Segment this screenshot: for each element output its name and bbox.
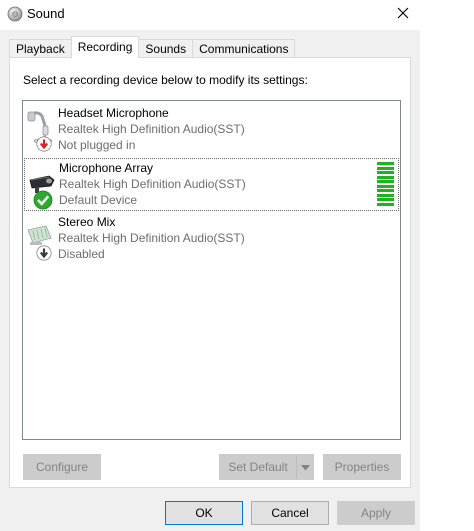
level-meter bbox=[377, 162, 394, 206]
device-name: Microphone Array bbox=[59, 161, 154, 175]
tab-strip: Playback Recording Sounds Communications bbox=[9, 36, 296, 58]
device-list[interactable]: Headset Microphone Realtek High Definiti… bbox=[22, 100, 401, 440]
green-checkmark-icon bbox=[33, 190, 53, 213]
level-meter-segment bbox=[377, 180, 394, 184]
apply-button[interactable]: Apply bbox=[337, 501, 415, 525]
title-bar: Sound bbox=[0, 0, 420, 30]
dialog-client-area: Playback Recording Sounds Communications… bbox=[0, 30, 420, 531]
cancel-button[interactable]: Cancel bbox=[251, 501, 329, 525]
ok-button[interactable]: OK bbox=[165, 501, 243, 525]
device-item-headset-microphone[interactable]: Headset Microphone Realtek High Definiti… bbox=[24, 104, 399, 157]
red-down-arrow-icon bbox=[36, 136, 52, 155]
set-default-button[interactable]: Set Default bbox=[220, 455, 296, 479]
close-button[interactable] bbox=[386, 0, 420, 28]
level-meter-segment bbox=[377, 193, 394, 197]
close-icon bbox=[397, 7, 409, 22]
level-meter-segment bbox=[377, 171, 394, 175]
level-meter-segment bbox=[377, 198, 394, 202]
tab-communications[interactable]: Communications bbox=[192, 39, 296, 58]
level-meter-segment bbox=[377, 162, 394, 165]
level-meter-segment bbox=[377, 175, 394, 179]
device-name: Headset Microphone bbox=[58, 106, 169, 120]
tab-playback[interactable]: Playback bbox=[9, 39, 72, 58]
speaker-icon bbox=[7, 6, 23, 22]
set-default-split-button[interactable]: Set Default bbox=[219, 454, 314, 480]
tab-sounds[interactable]: Sounds bbox=[138, 39, 194, 58]
level-meter-segment bbox=[377, 166, 394, 170]
properties-button[interactable]: Properties bbox=[323, 454, 401, 480]
gray-down-arrow-icon bbox=[36, 245, 52, 264]
recording-panel: Select a recording device below to modif… bbox=[9, 57, 411, 488]
device-item-microphone-array[interactable]: Microphone Array Realtek High Definition… bbox=[24, 158, 399, 211]
tab-recording[interactable]: Recording bbox=[70, 36, 140, 58]
device-status: Not plugged in bbox=[58, 138, 136, 152]
set-default-dropdown[interactable] bbox=[296, 455, 314, 479]
device-driver: Realtek High Definition Audio(SST) bbox=[59, 177, 246, 191]
device-driver: Realtek High Definition Audio(SST) bbox=[58, 231, 245, 245]
chevron-down-icon bbox=[301, 460, 310, 474]
device-item-stereo-mix[interactable]: Stereo Mix Realtek High Definition Audio… bbox=[24, 213, 399, 266]
level-meter-segment bbox=[377, 189, 394, 193]
device-status: Disabled bbox=[58, 247, 105, 261]
device-driver: Realtek High Definition Audio(SST) bbox=[58, 122, 245, 136]
instruction-text: Select a recording device below to modif… bbox=[23, 73, 308, 87]
device-name: Stereo Mix bbox=[58, 215, 116, 229]
device-status: Default Device bbox=[59, 193, 138, 207]
level-meter-segment bbox=[377, 202, 394, 206]
window-title: Sound bbox=[27, 6, 65, 21]
level-meter-segment bbox=[377, 184, 394, 188]
configure-button[interactable]: Configure bbox=[23, 454, 101, 480]
